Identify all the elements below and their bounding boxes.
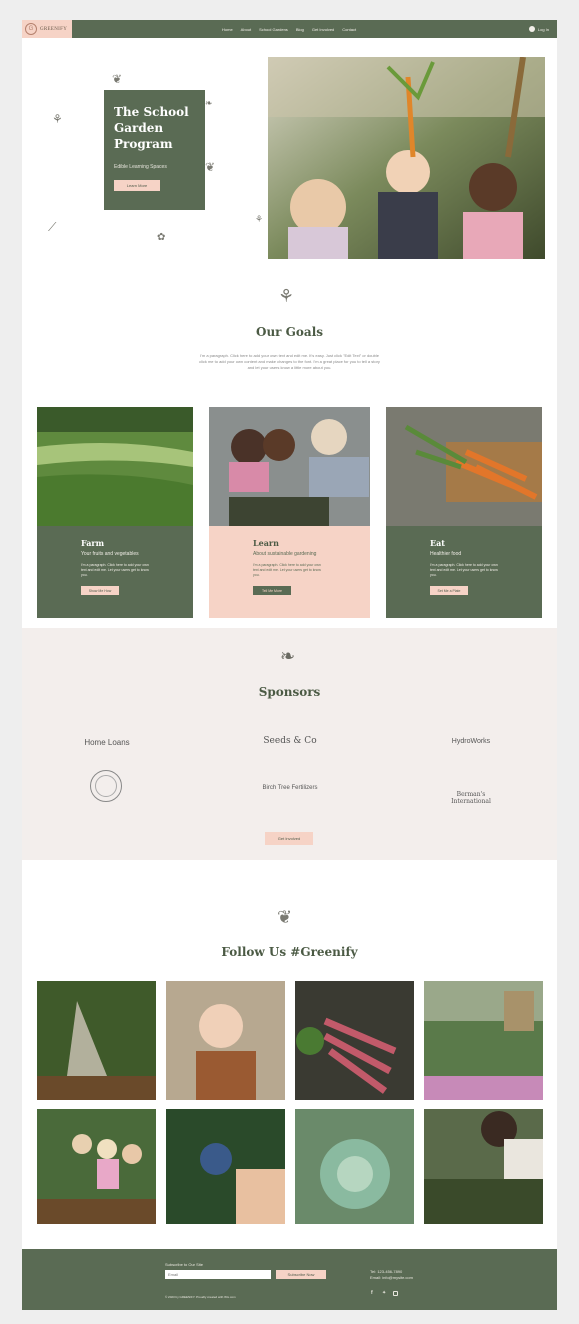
- gallery-image-3[interactable]: [295, 981, 414, 1100]
- nav-about[interactable]: About: [241, 27, 251, 32]
- sponsors-section: ❧ Sponsors Home Loans Seeds & Co HydroWo…: [22, 628, 557, 860]
- sponsors-get-involved-button[interactable]: Get Involved: [265, 832, 313, 845]
- gallery-image-7[interactable]: [295, 1109, 414, 1224]
- logo-mark: G: [25, 23, 37, 35]
- card-eat-button[interactable]: Set Me a Plate: [430, 586, 468, 595]
- cabbage-doodle-icon: ❦: [112, 72, 123, 86]
- hero-subtitle: Edible Learning Spaces: [114, 164, 167, 170]
- nav-contact[interactable]: Contact: [342, 27, 356, 32]
- site-footer: Subscribe to Our Site Subscribe Now © 20…: [22, 1249, 557, 1310]
- card-farm: Farm Your fruits and vegetables I'm a pa…: [37, 526, 193, 618]
- twitter-icon[interactable]: ✦: [382, 1290, 386, 1296]
- gallery-image-8[interactable]: [424, 1109, 543, 1224]
- card-learn-body: I'm a paragraph. Click here to add your …: [253, 563, 321, 577]
- hero-card: The School Garden Program Edible Learnin…: [104, 90, 205, 210]
- artichoke-icon: ❦: [277, 907, 293, 927]
- card-eat-subtitle: Healthier food: [430, 551, 462, 557]
- card-farm-title: Farm: [81, 538, 105, 548]
- card-eat-body: I'm a paragraph. Click here to add your …: [430, 563, 498, 577]
- leaf-doodle-icon: ❦: [205, 160, 216, 174]
- nav-school-gardens[interactable]: School Gardens: [259, 27, 288, 32]
- card-learn: Learn About sustainable gardening I'm a …: [209, 526, 370, 618]
- card-eat-title: Eat: [430, 538, 445, 548]
- main-nav: Home About School Gardens Blog Get Invol…: [222, 20, 356, 38]
- copyright: © 2023 by GREENIFY. Proudly created with…: [165, 1295, 236, 1299]
- card-farm-button[interactable]: Show Me How: [81, 586, 119, 595]
- email-input[interactable]: [165, 1270, 271, 1279]
- gallery-image-4[interactable]: [424, 981, 543, 1100]
- nav-blog[interactable]: Blog: [296, 27, 304, 32]
- follow-title: Follow Us #Greenify: [221, 945, 358, 959]
- logo-text: GREENIFY: [40, 26, 68, 32]
- subscribe-label: Subscribe to Our Site: [165, 1262, 204, 1267]
- learn-photo: [209, 407, 370, 526]
- card-farm-body: I'm a paragraph. Click here to add your …: [81, 563, 149, 577]
- card-learn-title: Learn: [253, 538, 279, 548]
- farm-photo: [37, 407, 193, 526]
- sponsor-seeds-co[interactable]: Seeds & Co: [255, 736, 325, 746]
- login-label: Log In: [537, 26, 549, 32]
- logo[interactable]: G GREENIFY: [22, 20, 72, 38]
- footer-email[interactable]: Email: info@mysite.com: [370, 1275, 413, 1280]
- gallery-image-1[interactable]: [37, 981, 156, 1100]
- beet-doodle-icon: ⚘: [255, 214, 264, 224]
- sponsor-birch-tree[interactable]: Birch Tree Fertilizers: [255, 785, 325, 791]
- peas-icon: ❧: [280, 646, 296, 666]
- login-button[interactable]: Log In: [528, 20, 549, 38]
- sponsor-circle-logo[interactable]: [90, 770, 122, 802]
- gallery-image-5[interactable]: [37, 1109, 156, 1224]
- eat-photo: [386, 407, 542, 526]
- sponsors-title: Sponsors: [258, 685, 321, 699]
- gallery-image-6[interactable]: [166, 1109, 285, 1224]
- radish-doodle-icon: ⚘: [52, 112, 63, 126]
- sponsor-hydroworks[interactable]: HydroWorks: [436, 738, 506, 745]
- subscribe-button[interactable]: Subscribe Now: [276, 1270, 326, 1279]
- card-farm-subtitle: Your fruits and vegetables: [81, 551, 139, 557]
- card-learn-subtitle: About sustainable gardening: [253, 551, 317, 557]
- footer-phone: Tel: 123-456-7890: [370, 1269, 403, 1274]
- hero-kids-photo: [268, 57, 545, 259]
- facebook-icon[interactable]: f: [371, 1290, 373, 1296]
- sponsor-bermans[interactable]: Berman's International: [436, 791, 506, 805]
- gallery-image-2[interactable]: [166, 981, 285, 1100]
- nav-get-involved[interactable]: Get Involved: [312, 27, 334, 32]
- hero-title: The School Garden Program: [114, 105, 189, 151]
- user-icon: [528, 26, 535, 32]
- carrot-doodle-icon: ⟋: [48, 220, 57, 234]
- card-learn-button[interactable]: Tell Me More: [253, 586, 291, 595]
- instagram-icon[interactable]: [393, 1291, 398, 1296]
- sponsor-home-loans[interactable]: Home Loans: [72, 738, 142, 747]
- hero-learn-more-button[interactable]: Learn More: [114, 180, 160, 191]
- page: G GREENIFY Home About School Gardens Blo…: [22, 20, 557, 1310]
- nav-home[interactable]: Home: [222, 27, 233, 32]
- goals-paragraph: I'm a paragraph. Click here to add your …: [199, 353, 380, 370]
- goals-title: Our Goals: [255, 325, 324, 339]
- tomato-doodle-icon: ✿: [157, 232, 166, 243]
- site-header: G GREENIFY Home About School Gardens Blo…: [22, 20, 557, 38]
- card-eat: Eat Healthier food I'm a paragraph. Clic…: [386, 526, 542, 618]
- herb-doodle-icon: ❧: [205, 98, 213, 108]
- sprout-icon: ⚘: [278, 286, 295, 306]
